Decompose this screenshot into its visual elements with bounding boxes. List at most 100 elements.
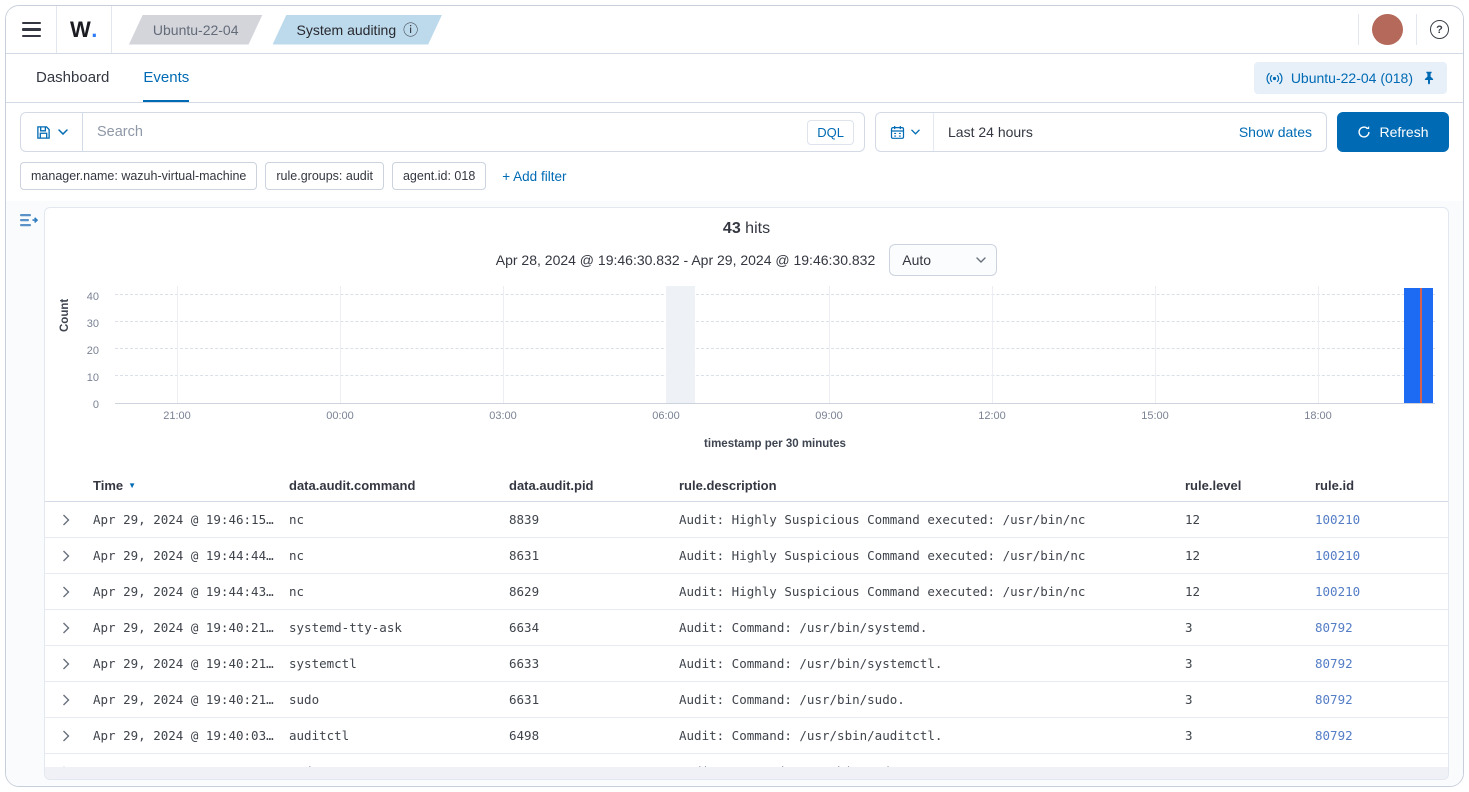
cell-level: 12 <box>1185 548 1315 563</box>
date-picker: Last 24 hours Show dates <box>875 112 1327 152</box>
save-query-button[interactable] <box>21 113 83 151</box>
gridline <box>340 286 341 403</box>
interval-select[interactable]: Auto <box>889 244 997 276</box>
hits-summary: 43 hits <box>45 220 1448 238</box>
search-input[interactable] <box>83 124 807 140</box>
cell-pid: 8631 <box>509 548 679 563</box>
rule-id-link[interactable]: 100210 <box>1315 512 1448 527</box>
header-actions: ? <box>1345 14 1449 45</box>
histogram-bar[interactable] <box>1404 288 1433 403</box>
hover-band <box>666 286 695 403</box>
sort-desc-icon: ▼ <box>128 481 136 490</box>
cell-command: systemd-tty-ask <box>289 620 509 635</box>
x-tick: 18:00 <box>1304 410 1332 422</box>
y-axis-ticks: 0 10 20 30 40 <box>45 286 107 404</box>
show-dates-button[interactable]: Show dates <box>1239 124 1312 140</box>
rule-id-link[interactable]: 80792 <box>1315 656 1448 671</box>
help-icon[interactable]: ? <box>1430 20 1449 39</box>
tab-dashboard[interactable]: Dashboard <box>36 54 109 102</box>
rule-id-link[interactable]: 80792 <box>1315 620 1448 635</box>
filter-chip-agent-id[interactable]: agent.id: 018 <box>392 162 486 190</box>
table-row: Apr 29, 2024 @ 19:40:21.586 sudo 6631 Au… <box>45 682 1448 718</box>
filter-chip-manager[interactable]: manager.name: wazuh-virtual-machine <box>20 162 257 190</box>
rule-id-link[interactable]: 80792 <box>1315 692 1448 707</box>
rule-id-link[interactable]: 80792 <box>1315 728 1448 743</box>
search-box: DQL <box>20 112 865 152</box>
cell-description: Audit: Command: /usr/bin/systemctl. <box>679 656 1185 671</box>
cell-level: 3 <box>1185 728 1315 743</box>
col-header-command[interactable]: data.audit.command <box>289 478 509 493</box>
col-header-description[interactable]: rule.description <box>679 478 1185 493</box>
cell-time: Apr 29, 2024 @ 19:46:15.417 <box>93 512 289 527</box>
x-tick: 12:00 <box>978 410 1006 422</box>
cell-description: Audit: Command: /usr/sbin/auditctl. <box>679 728 1185 743</box>
quick-select-button[interactable] <box>876 113 934 151</box>
rule-id-link[interactable]: 100210 <box>1315 584 1448 599</box>
expand-row-button[interactable] <box>53 658 79 670</box>
info-icon[interactable]: ⓘ <box>403 19 418 40</box>
expand-row-button[interactable] <box>53 586 79 598</box>
query-bar: DQL Last 24 hours Show dates Refresh <box>6 103 1463 161</box>
refresh-button[interactable]: Refresh <box>1337 112 1449 152</box>
gridline <box>115 321 1435 322</box>
cell-level: 3 <box>1185 620 1315 635</box>
calendar-icon <box>890 125 905 140</box>
gridline <box>829 286 830 403</box>
expand-row-button[interactable] <box>53 730 79 742</box>
x-tick: 15:00 <box>1141 410 1169 422</box>
x-axis-label: timestamp per 30 minutes <box>115 438 1435 450</box>
wazuh-logo[interactable]: W. <box>70 17 98 43</box>
chevron-right-icon <box>61 730 71 742</box>
gridline <box>115 375 1435 376</box>
col-header-id[interactable]: rule.id <box>1315 478 1448 493</box>
tab-events[interactable]: Events <box>143 54 189 102</box>
cell-level: 12 <box>1185 584 1315 599</box>
breadcrumb-module[interactable]: System auditing ⓘ <box>273 15 443 45</box>
col-header-level[interactable]: rule.level <box>1185 478 1315 493</box>
table-row: Apr 29, 2024 @ 19:40:21.595 systemctl 66… <box>45 646 1448 682</box>
filter-chip-rule-groups[interactable]: rule.groups: audit <box>265 162 384 190</box>
time-range-value[interactable]: Last 24 hours <box>948 124 1033 140</box>
expand-row-button[interactable] <box>53 694 79 706</box>
divider <box>56 6 57 53</box>
user-avatar[interactable] <box>1372 14 1403 45</box>
gridline <box>1318 286 1319 403</box>
pin-icon[interactable] <box>1423 71 1435 85</box>
save-icon <box>36 125 51 140</box>
query-language-button[interactable]: DQL <box>807 120 854 145</box>
add-filter-button[interactable]: + Add filter <box>502 169 566 184</box>
cell-pid: 6498 <box>509 728 679 743</box>
col-header-pid[interactable]: data.audit.pid <box>509 478 679 493</box>
cell-pid: 8629 <box>509 584 679 599</box>
gridline <box>503 286 504 403</box>
expand-fields-panel-button[interactable] <box>20 213 39 233</box>
expand-row-button[interactable] <box>53 622 79 634</box>
module-tabs-bar: Dashboard Events Ubuntu-22-04 (018) <box>6 54 1463 103</box>
gridline <box>177 286 178 403</box>
horizontal-scrollbar[interactable] <box>45 767 1448 779</box>
x-tick: 03:00 <box>489 410 517 422</box>
table-row: Apr 29, 2024 @ 19:44:43.109 nc 8629 Audi… <box>45 574 1448 610</box>
hits-count: 43 <box>723 220 741 237</box>
results-panel: 43 hits Apr 28, 2024 @ 19:46:30.832 - Ap… <box>44 207 1449 780</box>
filter-bar: manager.name: wazuh-virtual-machine rule… <box>6 161 1463 201</box>
cell-command: nc <box>289 512 509 527</box>
chevron-right-icon <box>61 622 71 634</box>
chevron-down-icon <box>911 129 920 135</box>
pinned-agent-pill[interactable]: Ubuntu-22-04 (018) <box>1254 62 1447 94</box>
expand-row-button[interactable] <box>53 514 79 526</box>
chevron-right-icon <box>61 694 71 706</box>
x-tick: 00:00 <box>326 410 354 422</box>
cell-description: Audit: Highly Suspicious Command execute… <box>679 512 1185 527</box>
expand-row-button[interactable] <box>53 550 79 562</box>
rule-id-link[interactable]: 100210 <box>1315 548 1448 563</box>
menu-icon[interactable] <box>20 18 43 41</box>
x-tick: 06:00 <box>652 410 680 422</box>
cell-description: Audit: Highly Suspicious Command execute… <box>679 548 1185 563</box>
col-header-time[interactable]: Time▼ <box>93 478 289 493</box>
cell-time: Apr 29, 2024 @ 19:44:43.109 <box>93 584 289 599</box>
gridline <box>115 294 1435 295</box>
chevron-right-icon <box>61 514 71 526</box>
plot-area <box>115 286 1435 404</box>
breadcrumb-agent[interactable]: Ubuntu-22-04 <box>129 15 263 45</box>
